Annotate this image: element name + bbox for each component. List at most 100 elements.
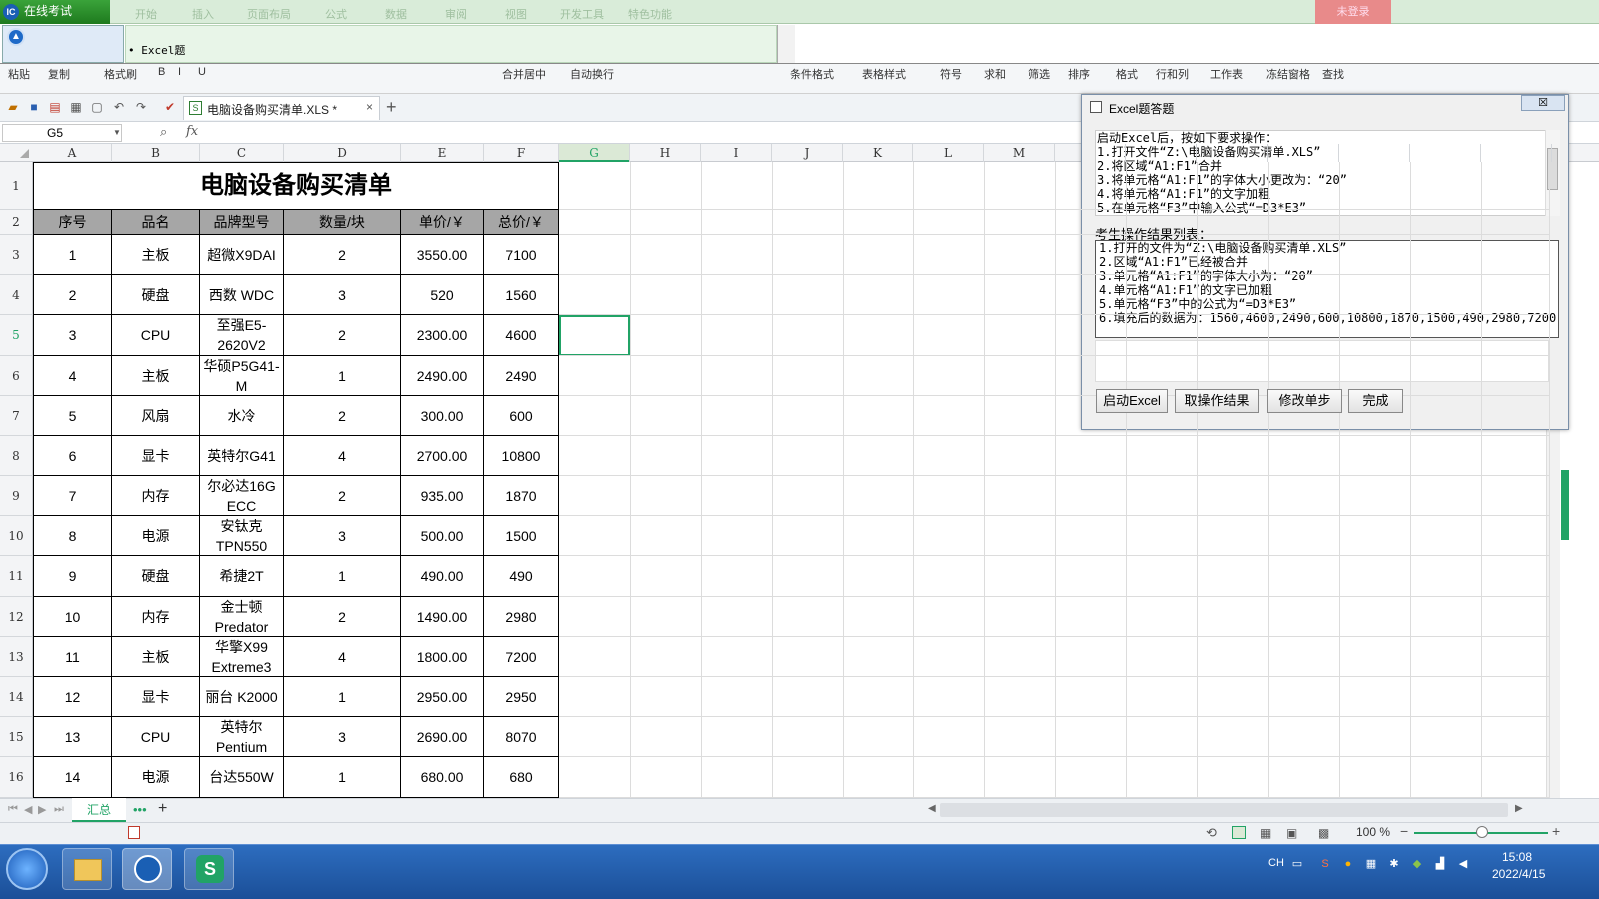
table-cell[interactable]: CPU — [112, 315, 200, 356]
row-header-5[interactable]: 5 — [0, 315, 33, 356]
ribbon-item-10[interactable]: 符号 — [940, 66, 962, 82]
table-cell[interactable]: 935.00 — [401, 476, 484, 516]
table-cell[interactable]: 西数 WDC — [200, 275, 284, 315]
table-cell[interactable]: 7100 — [484, 235, 559, 275]
dialog-button-1[interactable]: 取操作结果 — [1175, 389, 1259, 413]
row-header-1[interactable]: 1 — [0, 162, 33, 210]
column-header-extra[interactable] — [1410, 144, 1481, 162]
table-cell[interactable]: 安钛克TPN550 — [200, 516, 284, 556]
column-header-extra[interactable] — [1197, 144, 1268, 162]
table-cell[interactable]: 7 — [33, 476, 112, 516]
select-all-icon[interactable] — [20, 149, 29, 158]
history-icon[interactable]: ⟲ — [1206, 825, 1217, 841]
ribbon-item-11[interactable]: 求和 — [984, 66, 1006, 82]
table-cell[interactable]: 电源 — [112, 516, 200, 556]
row-header-6[interactable]: 6 — [0, 356, 33, 396]
table-cell[interactable]: 3 — [284, 516, 401, 556]
add-sheet-button[interactable]: + — [158, 800, 167, 818]
table-cell[interactable]: 3 — [33, 315, 112, 356]
table-cell[interactable]: 水冷 — [200, 396, 284, 436]
table-cell[interactable]: 2 — [33, 275, 112, 315]
table-cell[interactable]: CPU — [112, 717, 200, 757]
ribbon-item-4[interactable]: I — [178, 66, 181, 78]
zoom-in-icon[interactable]: + — [1552, 823, 1560, 839]
column-header-c[interactable]: C — [200, 144, 284, 162]
keyboard-icon[interactable]: ▭ — [1290, 857, 1304, 871]
ribbon-item-6[interactable]: 合并居中 — [502, 66, 546, 82]
table-cell[interactable]: 2980 — [484, 597, 559, 637]
table-cell[interactable]: 2 — [284, 597, 401, 637]
table-cell[interactable]: 显卡 — [112, 677, 200, 717]
ribbon-tab-4[interactable]: 数据 — [385, 6, 407, 21]
table-cell[interactable]: 硬盘 — [112, 556, 200, 597]
table-cell[interactable]: 2700.00 — [401, 436, 484, 476]
column-header-m[interactable]: M — [984, 144, 1055, 162]
table-cell[interactable]: 300.00 — [401, 396, 484, 436]
table-cell[interactable]: 490.00 — [401, 556, 484, 597]
print-preview-icon[interactable]: ▢ — [90, 100, 104, 114]
table-cell[interactable]: 2300.00 — [401, 315, 484, 356]
ribbon-tab-0[interactable]: 开始 — [135, 6, 157, 21]
ribbon-item-15[interactable]: 行和列 — [1156, 66, 1189, 82]
table-cell[interactable]: 主板 — [112, 356, 200, 396]
table-cell[interactable]: 丽台 K2000 — [200, 677, 284, 717]
table-cell[interactable]: 2950.00 — [401, 677, 484, 717]
column-header-j[interactable]: J — [772, 144, 843, 162]
table-cell[interactable]: 2 — [284, 315, 401, 356]
ribbon-item-2[interactable]: 格式刷 — [104, 66, 137, 82]
row-header-4[interactable]: 4 — [0, 275, 33, 315]
column-header-e[interactable]: E — [401, 144, 484, 162]
close-tab-icon[interactable]: × — [366, 100, 373, 114]
macro-record-icon[interactable] — [128, 826, 140, 839]
table-cell[interactable]: 500.00 — [401, 516, 484, 556]
page-layout-view-icon[interactable]: ▣ — [1286, 826, 1297, 840]
taskbar-wps[interactable]: S — [184, 848, 234, 890]
table-cell[interactable]: 至强E5-2620V2 — [200, 315, 284, 356]
hscroll-left-icon[interactable]: ◀ — [928, 803, 936, 814]
table-cell[interactable]: 490 — [484, 556, 559, 597]
table-cell[interactable]: 3 — [284, 275, 401, 315]
column-header-d[interactable]: D — [284, 144, 401, 162]
taskbar-explorer[interactable] — [62, 848, 112, 890]
table-cell[interactable]: 7200 — [484, 637, 559, 677]
table-cell[interactable]: 2490.00 — [401, 356, 484, 396]
row-header-3[interactable]: 3 — [0, 235, 33, 275]
table-cell[interactable]: 1 — [33, 235, 112, 275]
table-cell[interactable]: 华擎X99 Extreme3 — [200, 637, 284, 677]
question-scrollbar[interactable] — [777, 25, 795, 63]
table-cell[interactable]: 1 — [284, 556, 401, 597]
table-cell[interactable]: 风扇 — [112, 396, 200, 436]
print-icon[interactable]: ▦ — [69, 100, 83, 114]
table-cell[interactable]: 680.00 — [401, 757, 484, 798]
hscroll-right-icon[interactable]: ▶ — [1515, 803, 1523, 814]
table-cell[interactable]: 14 — [33, 757, 112, 798]
ribbon-tab-8[interactable]: 特色功能 — [628, 6, 672, 21]
table-cell[interactable]: 台达550W — [200, 757, 284, 798]
sheet-tab-summary[interactable]: 汇总 — [72, 798, 126, 822]
ribbon-item-8[interactable]: 条件格式 — [790, 66, 834, 82]
sheet-nav-first-icon[interactable]: ⏮ — [8, 803, 18, 816]
wps-tray-icon[interactable]: S — [1318, 857, 1332, 871]
table-cell[interactable]: 内存 — [112, 476, 200, 516]
redo-icon[interactable]: ↷ — [134, 100, 148, 114]
start-button[interactable] — [6, 848, 48, 890]
ribbon-tab-1[interactable]: 插入 — [192, 6, 214, 21]
table-cell[interactable]: 12 — [33, 677, 112, 717]
ribbon-item-12[interactable]: 筛选 — [1028, 66, 1050, 82]
question-label-box[interactable] — [125, 25, 777, 63]
dialog-button-3[interactable]: 完成 — [1348, 389, 1403, 413]
ribbon-tab-5[interactable]: 审阅 — [445, 6, 467, 21]
row-header-7[interactable]: 7 — [0, 396, 33, 436]
table-cell[interactable]: 2490 — [484, 356, 559, 396]
row-header-9[interactable]: 9 — [0, 476, 33, 516]
table-cell[interactable]: 9 — [33, 556, 112, 597]
volume-icon[interactable]: ◀ — [1456, 857, 1470, 871]
table-cell[interactable]: 超微X9DAI — [200, 235, 284, 275]
column-header-extra[interactable] — [1339, 144, 1410, 162]
exam-login-button[interactable]: 未登录 — [1315, 0, 1391, 24]
ribbon-item-18[interactable]: 查找 — [1322, 66, 1344, 82]
table-cell[interactable]: 1870 — [484, 476, 559, 516]
row-header-12[interactable]: 12 — [0, 597, 33, 637]
table-cell[interactable]: 1800.00 — [401, 637, 484, 677]
sheet-nav-prev-icon[interactable]: ◀ — [24, 803, 32, 816]
